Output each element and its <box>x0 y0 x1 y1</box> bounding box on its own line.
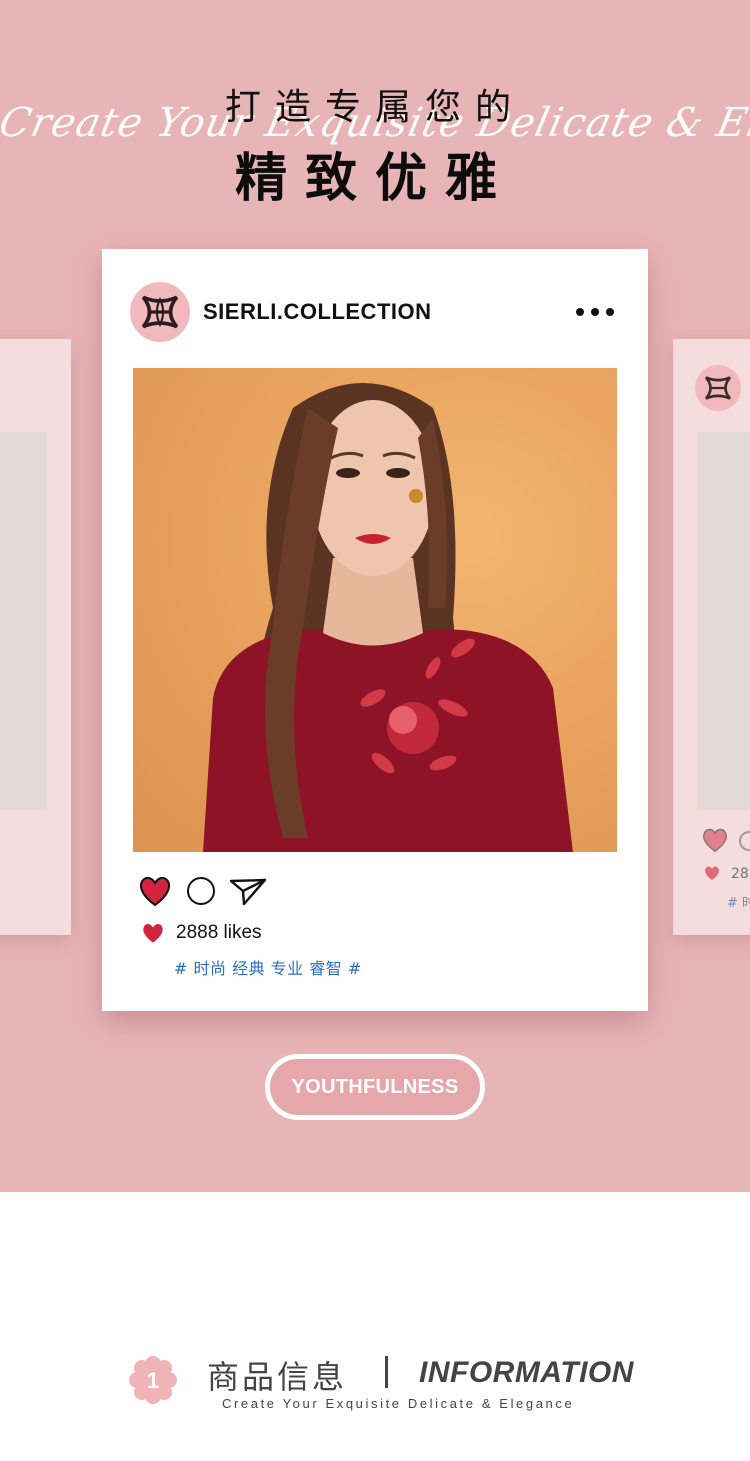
side-card-photo <box>697 432 750 810</box>
side-card-left <box>0 339 71 935</box>
flower-icon: 1 <box>129 1356 177 1404</box>
hero-section: Create Your Exquisite Delicate & Eleganc… <box>0 0 750 1192</box>
headline-main: 精致优雅 <box>234 149 515 209</box>
avatar[interactable] <box>130 282 190 342</box>
info-title-cn: 商品信息 <box>207 1358 348 1396</box>
more-dots-icon[interactable] <box>576 307 614 317</box>
flower-number: 1 <box>147 1368 159 1393</box>
post-card: SIERLI.COLLECTION 2888 likes # 时尚 经典 专业 … <box>102 249 648 1011</box>
side-likes-count: 288 <box>731 866 750 882</box>
likes-heart-icon <box>705 866 719 880</box>
side-card-right: 288 # 时 <box>673 339 750 935</box>
comment-icon[interactable] <box>187 877 215 905</box>
heart-icon <box>703 828 727 853</box>
post-tags[interactable]: # 时尚 经典 专业 睿智 # <box>174 955 362 979</box>
likes-count: 2888 likes <box>176 922 262 943</box>
badge-label: YOUTHFULNESS <box>291 1075 459 1098</box>
info-title-en: INFORMATION <box>419 1356 634 1389</box>
heart-icon[interactable] <box>138 875 172 907</box>
send-icon[interactable] <box>229 877 267 907</box>
comment-icon <box>739 831 750 851</box>
sierli-logo-icon <box>141 295 179 329</box>
likes-heart-icon <box>143 923 163 943</box>
post-image <box>133 368 617 852</box>
side-tags: # 时 <box>727 896 750 911</box>
info-subtitle: Create Your Exquisite Delicate & Eleganc… <box>222 1396 575 1411</box>
info-divider <box>385 1356 388 1388</box>
side-logo-icon <box>695 365 741 411</box>
headline-top: 打造专属您的 <box>224 87 525 128</box>
model-illustration <box>203 383 573 852</box>
post-username[interactable]: SIERLI.COLLECTION <box>203 299 432 325</box>
side-card-photo <box>0 432 47 810</box>
youthfulness-badge[interactable]: YOUTHFULNESS <box>265 1054 485 1120</box>
